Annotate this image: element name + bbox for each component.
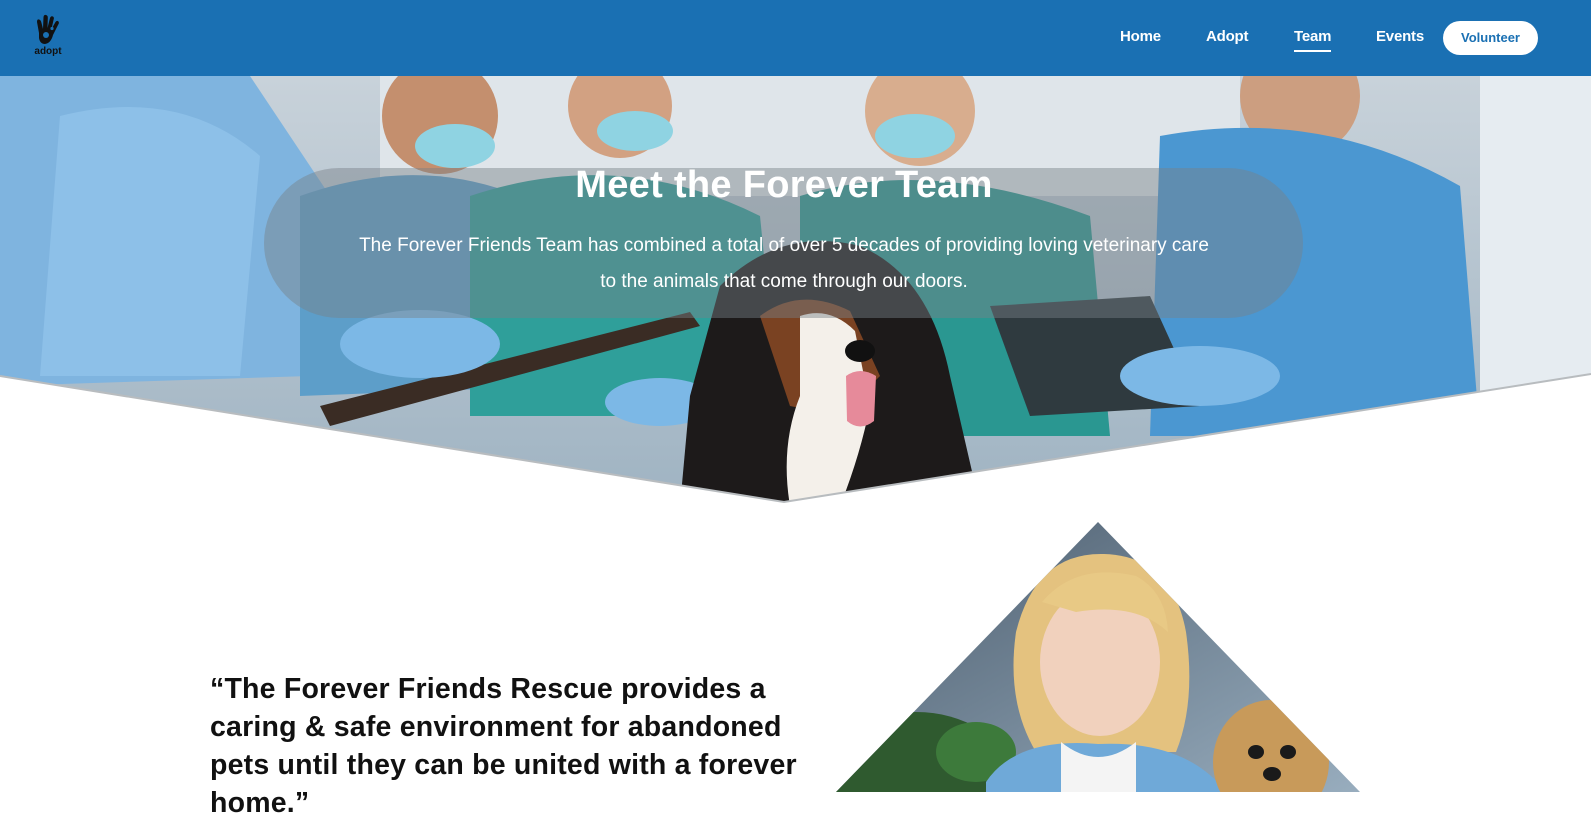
hero-subtitle: The Forever Friends Team has combined a …	[359, 235, 1209, 292]
vet-portrait-image	[836, 522, 1360, 792]
logo-text: adopt	[34, 46, 62, 57]
nav-team[interactable]: Team	[1294, 26, 1331, 52]
hero-banner: Meet the Forever Team The Forever Friend…	[0, 76, 1591, 506]
hand-print-icon	[37, 14, 59, 44]
mission-quote: “The Forever Friends Rescue provides a c…	[210, 673, 797, 819]
volunteer-button[interactable]: Volunteer	[1443, 21, 1538, 55]
nav-adopt[interactable]: Adopt	[1206, 26, 1249, 48]
nav-home[interactable]: Home	[1120, 26, 1161, 48]
nav-events[interactable]: Events	[1376, 26, 1424, 48]
logo-link[interactable]: adopt	[28, 14, 68, 60]
hero-title: Meet the Forever Team	[575, 164, 993, 206]
top-navbar: adopt Home Adopt Team Events Volunteer	[0, 0, 1591, 76]
